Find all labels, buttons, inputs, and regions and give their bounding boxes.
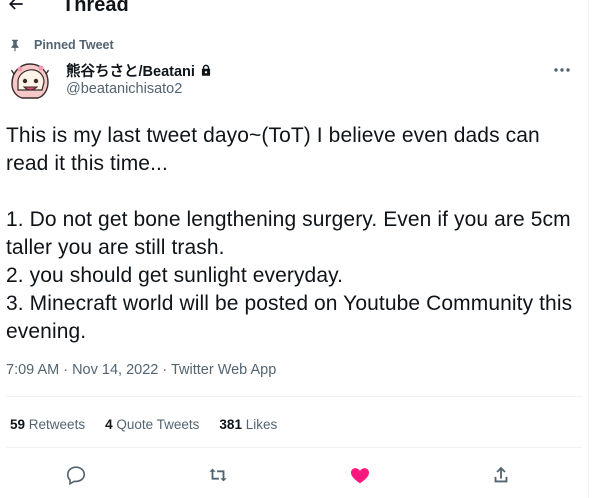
tweet-text: This is my last tweet dayo~(ToT) I belie… <box>6 124 573 343</box>
pin-icon <box>11 39 19 52</box>
retweet-icon[interactable] <box>207 464 229 486</box>
quote-tweets-count: 4 <box>105 417 113 432</box>
more-icon[interactable] <box>552 62 572 78</box>
likes-count: 381 <box>219 417 242 432</box>
page-title: Thread <box>62 0 129 16</box>
retweets-count: 59 <box>10 417 26 432</box>
retweets-label: Retweets <box>28 417 86 432</box>
pinned-indicator: Pinned Tweet <box>8 37 114 53</box>
avatar[interactable] <box>8 60 52 104</box>
likes-label: Likes <box>245 417 278 432</box>
reply-icon[interactable] <box>65 464 87 486</box>
pinned-label: Pinned Tweet <box>34 38 114 52</box>
thread-header: Thread <box>0 0 588 16</box>
divider <box>6 396 582 397</box>
tweet-timestamp[interactable]: 7:09 AM · Nov 14, 2022 · Twitter Web App <box>6 362 276 378</box>
tweet-actions <box>0 460 588 490</box>
share-icon[interactable] <box>490 464 512 486</box>
author-name[interactable]: 熊谷ちさと/Beatani <box>66 60 195 81</box>
author-name-row: 熊谷ちさと/Beatani <box>66 60 213 81</box>
author-handle[interactable]: @beatanichisato2 <box>66 81 182 97</box>
quote-tweets-label: Quote Tweets <box>116 417 200 432</box>
retweets-stat[interactable]: 59 Retweets <box>10 417 85 432</box>
divider <box>6 447 582 448</box>
likes-stat[interactable]: 381 Likes <box>219 417 277 432</box>
back-arrow-icon[interactable] <box>6 0 26 14</box>
quote-tweets-stat[interactable]: 4 Quote Tweets <box>105 417 199 432</box>
column-border <box>588 0 589 498</box>
heart-icon[interactable] <box>349 464 371 486</box>
tweet-stats: 59 Retweets 4 Quote Tweets 381 Likes <box>10 417 297 432</box>
lock-icon <box>201 64 211 76</box>
